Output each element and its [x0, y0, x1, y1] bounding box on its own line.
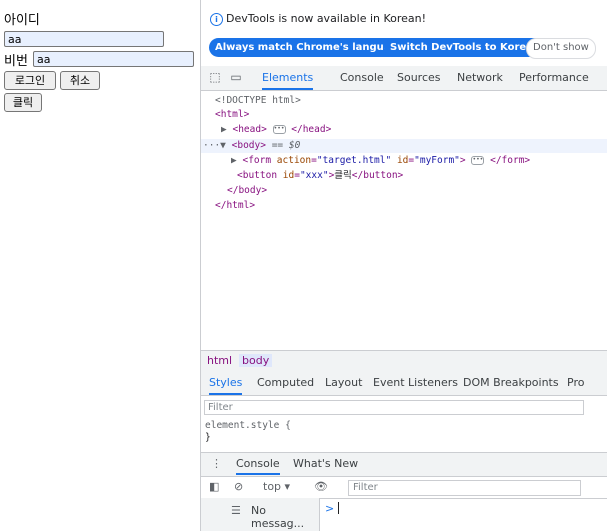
dom-form-close: </form>: [490, 155, 531, 166]
console-sidebar-icon[interactable]: ◧: [209, 480, 219, 493]
tab-properties[interactable]: Pro: [567, 371, 584, 395]
ellipsis-icon[interactable]: •••: [471, 156, 485, 165]
always-match-language-button[interactable]: Always match Chrome's language: [209, 38, 411, 57]
dom-form-val-action: "target.html": [316, 155, 392, 166]
click-button[interactable]: 클릭: [4, 93, 42, 112]
drawer-tab-console[interactable]: Console: [236, 453, 280, 475]
dom-form-val-id: "myForm": [414, 155, 460, 166]
styles-filter-input[interactable]: Filter: [204, 400, 584, 415]
expand-arrow-icon[interactable]: ▶: [231, 155, 237, 166]
chevron-down-icon: ▾: [284, 480, 291, 493]
tab-sources[interactable]: Sources: [397, 66, 441, 90]
id-label: 아이디: [4, 13, 40, 28]
cancel-button[interactable]: 취소: [60, 71, 100, 90]
element-style-selector: element.style {: [205, 420, 291, 431]
live-expression-eye-icon[interactable]: 👁: [314, 480, 328, 493]
console-sidebar: ☰ No messag...: [201, 498, 320, 531]
info-icon: i: [210, 13, 223, 26]
dom-html-close[interactable]: </html>: [215, 199, 255, 213]
devtools-panel: i DevTools is now available in Korean! A…: [200, 0, 607, 531]
inspect-element-icon[interactable]: ⬚: [208, 70, 222, 84]
dom-button-node[interactable]: <button id="xxx">클릭</button>: [237, 169, 403, 183]
console-filter-input[interactable]: Filter: [348, 480, 581, 496]
dom-button-close: </button>: [351, 170, 404, 181]
dom-button-open: <button: [237, 170, 283, 181]
rendered-page: 아이디 aa 비번 aa 로그인 취소 클릭: [0, 0, 200, 531]
device-toolbar-icon[interactable]: ▭: [229, 70, 243, 84]
element-style-close: }: [205, 432, 211, 443]
dom-body-node[interactable]: ···▼ <body> == $0: [203, 139, 300, 153]
dom-form-attr-action: action: [276, 155, 312, 166]
context-value: top: [263, 480, 282, 493]
ellipsis-icon[interactable]: •••: [272, 125, 286, 134]
tab-network[interactable]: Network: [457, 66, 503, 90]
dom-form-node[interactable]: ▶ <form action="target.html" id="myForm"…: [231, 154, 530, 168]
tab-elements[interactable]: Elements: [262, 66, 314, 90]
panel-tabbar: ⬚ ▭ Elements Console Sources Network Per…: [201, 66, 607, 91]
tab-computed[interactable]: Computed: [257, 371, 314, 395]
tab-console[interactable]: Console: [340, 66, 384, 90]
element-style-rule[interactable]: element.style { }: [205, 420, 291, 444]
dom-body-selection-marker: == $0: [271, 140, 301, 151]
dom-doctype: <!DOCTYPE html>: [215, 95, 301, 106]
console-input-caret[interactable]: [338, 502, 339, 514]
dom-tree: <!DOCTYPE html> <html> ▶ <head> ••• </he…: [201, 92, 607, 348]
drawer-menu-icon[interactable]: ⋮: [211, 453, 222, 475]
breadcrumb-body[interactable]: body: [239, 354, 273, 367]
breadcrumb-html[interactable]: html: [207, 354, 232, 367]
dom-body-open: <body>: [231, 140, 266, 151]
language-infobar: i DevTools is now available in Korean! A…: [201, 0, 607, 62]
dom-button-val-id: "xxx": [299, 170, 329, 181]
list-icon: ☰: [231, 504, 241, 517]
infobar-message: DevTools is now available in Korean!: [226, 12, 427, 25]
breadcrumb: html body: [201, 350, 607, 371]
dont-show-button[interactable]: Don't show: [526, 38, 596, 59]
collapse-arrow-icon[interactable]: ▼: [220, 140, 226, 151]
id-input[interactable]: aa: [4, 31, 164, 47]
styles-tabbar: Styles Computed Layout Event Listeners D…: [201, 371, 607, 396]
expand-arrow-icon[interactable]: ▶: [221, 124, 227, 135]
sidebar-messages-item[interactable]: No messag...: [251, 504, 319, 530]
password-label: 비번: [4, 54, 28, 69]
dom-body-close[interactable]: </body>: [227, 184, 267, 198]
tab-layout[interactable]: Layout: [325, 371, 362, 395]
password-input[interactable]: aa: [33, 51, 194, 67]
clear-console-icon[interactable]: ⊘: [234, 480, 243, 493]
tab-styles[interactable]: Styles: [209, 371, 243, 395]
dom-html-open[interactable]: <html>: [215, 108, 249, 122]
tab-event-listeners[interactable]: Event Listeners: [373, 371, 458, 395]
dom-form-open: <form: [242, 155, 277, 166]
node-menu-icon[interactable]: ···: [203, 140, 220, 151]
dom-head-close: </head>: [291, 124, 332, 135]
console-prompt-chevron-icon: >: [325, 502, 335, 515]
dom-head-node[interactable]: ▶ <head> ••• </head>: [221, 123, 331, 137]
dom-button-attr-id: id: [282, 170, 295, 181]
dom-button-text: 클릭: [334, 170, 352, 181]
drawer-tabbar: ⋮ Console What's New: [201, 452, 607, 477]
drawer-tab-whats-new[interactable]: What's New: [293, 453, 358, 475]
context-selector[interactable]: top ▾: [263, 480, 290, 493]
dom-form-attr-id: id: [396, 155, 409, 166]
tab-dom-breakpoints[interactable]: DOM Breakpoints: [463, 371, 559, 395]
dom-head-open: <head>: [232, 124, 267, 135]
tab-performance[interactable]: Performance: [519, 66, 589, 90]
switch-to-korean-button[interactable]: Switch DevTools to Korean: [384, 38, 547, 57]
login-button[interactable]: 로그인: [4, 71, 56, 90]
